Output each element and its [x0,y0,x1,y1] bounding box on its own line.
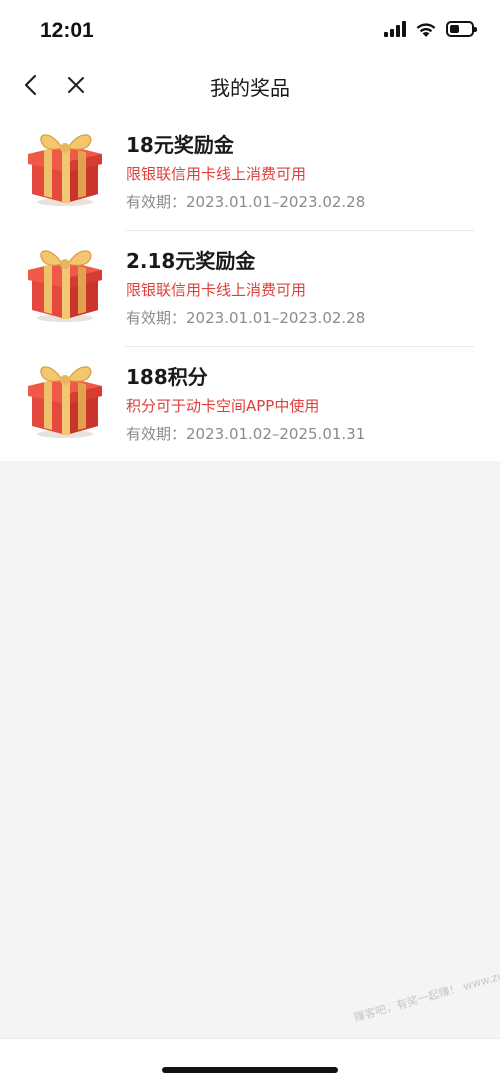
wifi-icon [416,23,436,37]
prize-description: 积分可于动卡空间APP中使用 [126,397,320,415]
status-bar: 12:01 [0,0,500,60]
prize-validity: 有效期：2023.01.01–2023.02.28 [126,309,366,327]
gift-box-icon [28,250,102,322]
battery-icon [446,21,477,37]
gift-box-icon [28,134,102,206]
content-area: 12:01 我的奖品 18元奖励金 限银联信用卡线上消费可用 有效期：2023.… [0,0,500,461]
prize-description: 限银联信用卡线上消费可用 [126,281,307,299]
page-title: 我的奖品 [210,76,290,100]
prize-item[interactable]: 2.18元奖励金 限银联信用卡线上消费可用 有效期：2023.01.01–202… [0,231,500,347]
home-indicator[interactable] [162,1067,338,1073]
prize-title: 188积分 [126,365,208,389]
prize-title: 2.18元奖励金 [126,249,256,273]
signal-icon [384,21,406,37]
status-time: 12:01 [40,19,94,42]
prize-title: 18元奖励金 [126,133,234,157]
prize-validity: 有效期：2023.01.01–2023.02.28 [126,193,366,211]
nav-bar: 我的奖品 [0,60,500,110]
prize-description: 限银联信用卡线上消费可用 [126,165,307,183]
prize-validity: 有效期：2023.01.02–2025.01.31 [126,425,366,443]
gift-box-icon [28,366,102,438]
prize-item[interactable]: 188积分 积分可于动卡空间APP中使用 有效期：2023.01.02–2025… [0,347,500,463]
bottom-bar [0,1038,500,1083]
status-icons [384,20,477,38]
prize-list: 18元奖励金 限银联信用卡线上消费可用 有效期：2023.01.01–2023.… [0,115,500,463]
watermark: 赚客吧，有奖一起赚！ www.zuanke8.com [352,952,500,1025]
prize-item[interactable]: 18元奖励金 限银联信用卡线上消费可用 有效期：2023.01.01–2023.… [0,115,500,231]
